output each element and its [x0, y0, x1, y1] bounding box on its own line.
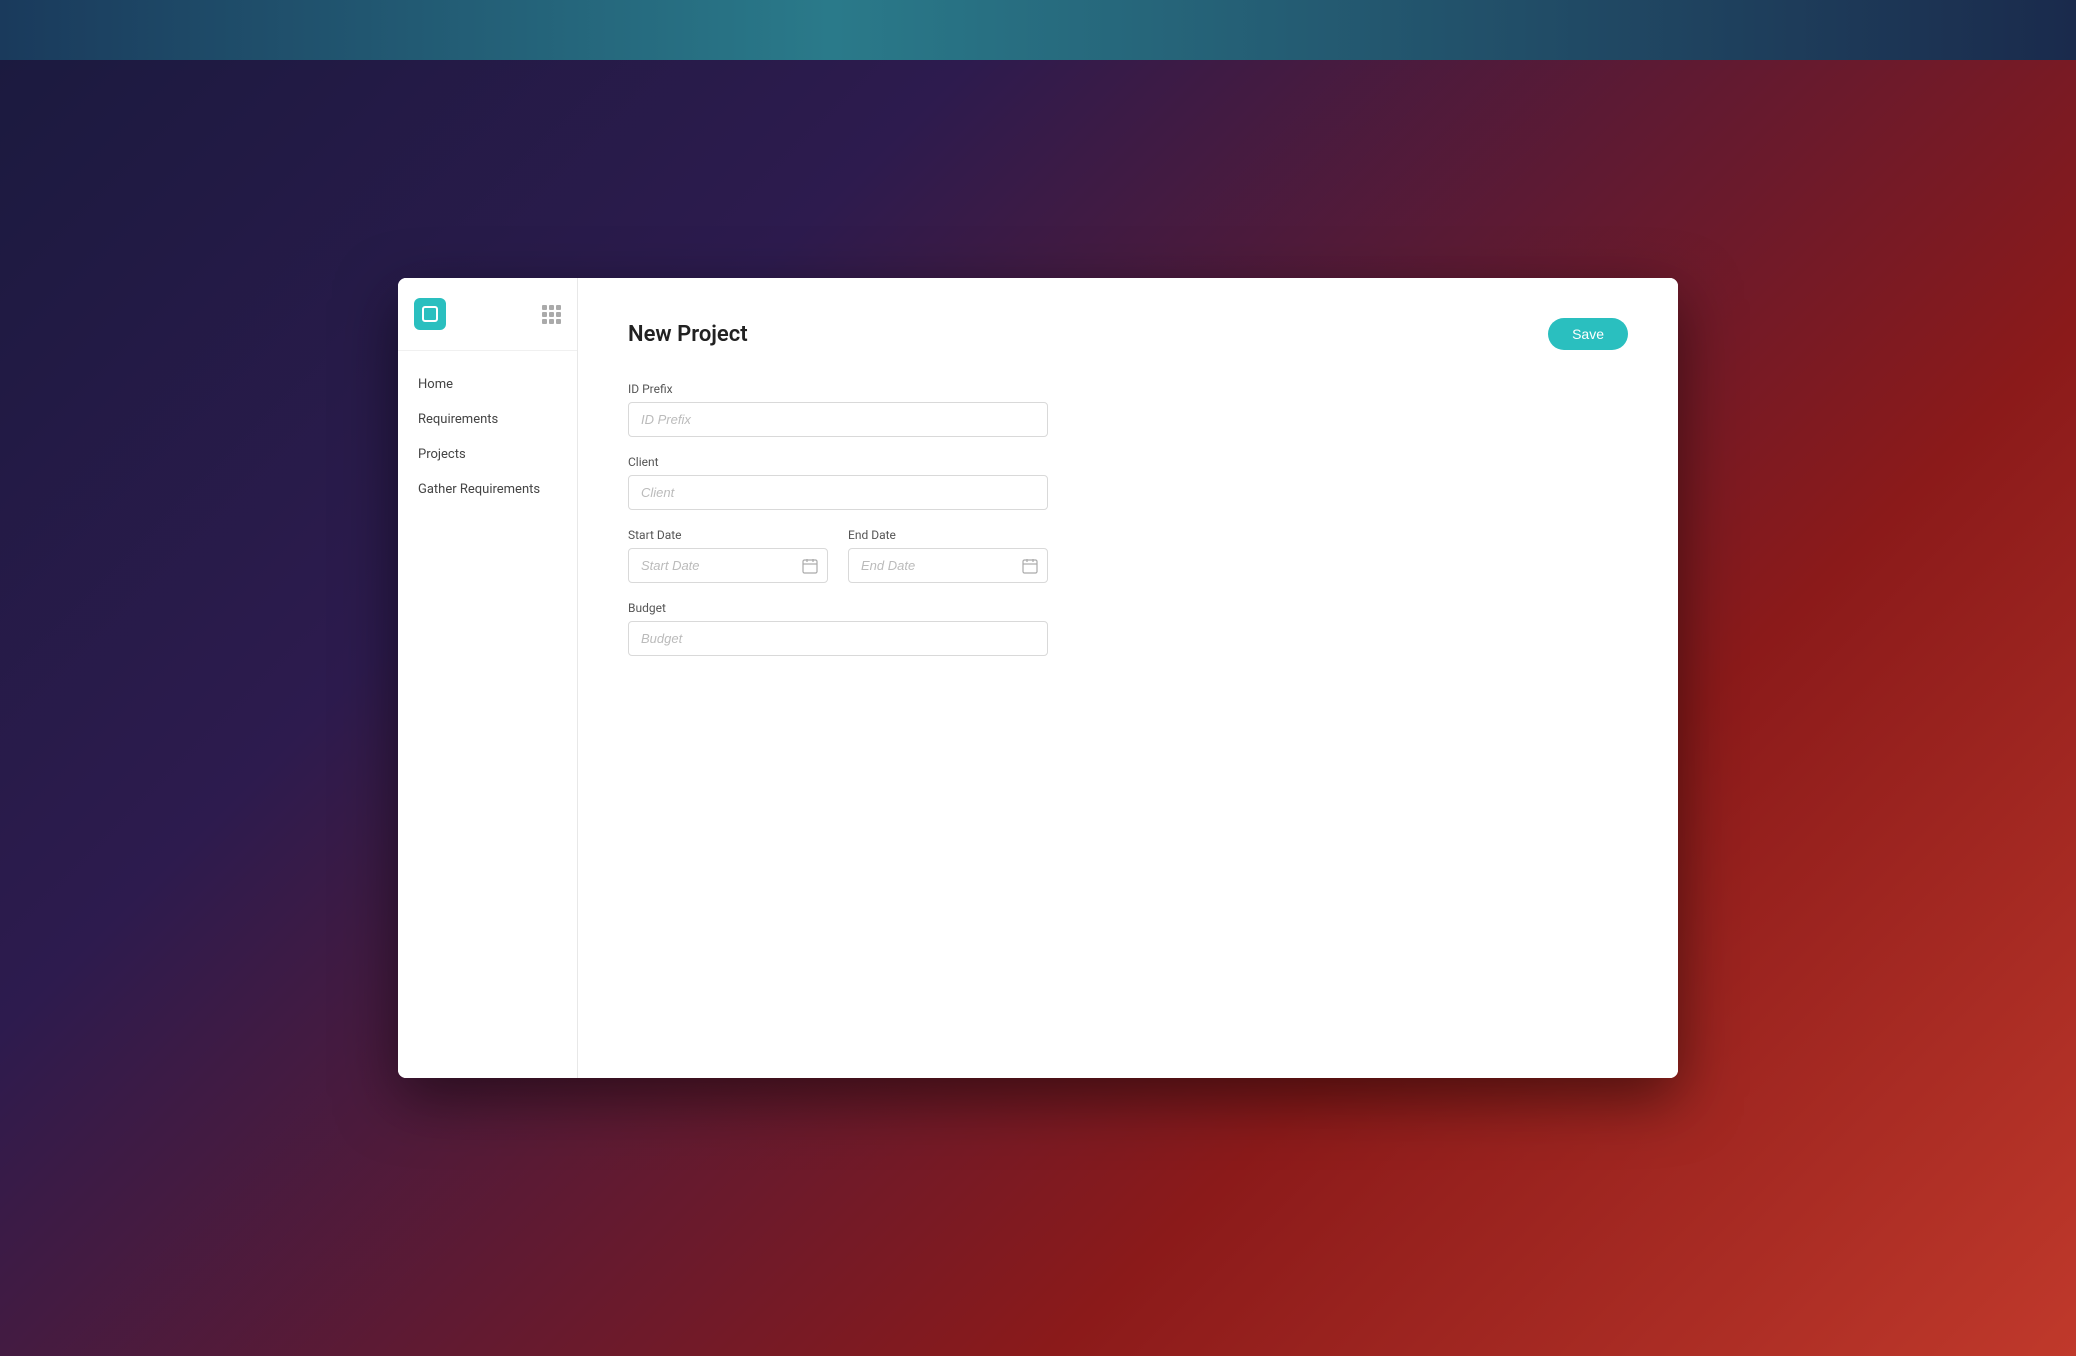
nav-menu: Home Requirements Projects Gather Requir… — [398, 351, 577, 523]
grid-dot — [542, 305, 547, 310]
start-date-group: Start Date — [628, 528, 828, 583]
budget-group: Budget — [628, 601, 1048, 656]
client-group: Client — [628, 455, 1048, 510]
start-date-wrapper — [628, 548, 828, 583]
grid-dot — [542, 312, 547, 317]
end-date-wrapper — [848, 548, 1048, 583]
sidebar-item-projects[interactable]: Projects — [398, 437, 577, 472]
save-button[interactable]: Save — [1548, 318, 1628, 350]
grid-dot — [549, 319, 554, 324]
calendar-icon — [802, 558, 818, 574]
sidebar-item-requirements[interactable]: Requirements — [398, 402, 577, 437]
date-row: Start Date En — [628, 528, 1048, 583]
client-label: Client — [628, 455, 1048, 469]
sidebar: Home Requirements Projects Gather Requir… — [398, 278, 578, 1078]
logo — [414, 298, 446, 330]
page-header: New Project Save — [628, 318, 1628, 350]
start-date-label: Start Date — [628, 528, 828, 542]
start-date-input[interactable] — [628, 548, 828, 583]
calendar-icon — [1022, 558, 1038, 574]
grid-dot — [556, 305, 561, 310]
grid-dot — [542, 319, 547, 324]
sidebar-header — [398, 278, 577, 351]
client-input[interactable] — [628, 475, 1048, 510]
end-date-input[interactable] — [848, 548, 1048, 583]
logo-icon — [422, 306, 438, 322]
id-prefix-input[interactable] — [628, 402, 1048, 437]
end-date-label: End Date — [848, 528, 1048, 542]
id-prefix-group: ID Prefix — [628, 382, 1048, 437]
grid-dot — [556, 312, 561, 317]
grid-dot — [549, 312, 554, 317]
grid-dot — [556, 319, 561, 324]
id-prefix-label: ID Prefix — [628, 382, 1048, 396]
end-date-group: End Date — [848, 528, 1048, 583]
start-date-calendar-button[interactable] — [800, 556, 820, 576]
main-content: New Project Save ID Prefix Client Start … — [578, 278, 1678, 1078]
end-date-calendar-button[interactable] — [1020, 556, 1040, 576]
grid-icon[interactable] — [542, 305, 561, 324]
budget-label: Budget — [628, 601, 1048, 615]
sidebar-item-gather-requirements[interactable]: Gather Requirements — [398, 472, 577, 507]
grid-dot — [549, 305, 554, 310]
budget-input[interactable] — [628, 621, 1048, 656]
app-window: Home Requirements Projects Gather Requir… — [398, 278, 1678, 1078]
page-title: New Project — [628, 322, 748, 347]
sidebar-item-home[interactable]: Home — [398, 367, 577, 402]
new-project-form: ID Prefix Client Start Date — [628, 382, 1048, 656]
